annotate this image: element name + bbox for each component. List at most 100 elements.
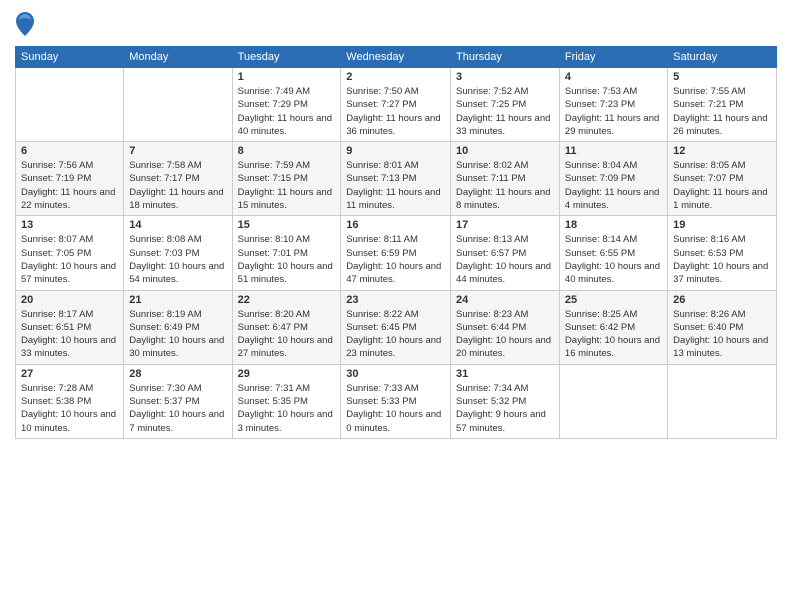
- day-number: 31: [456, 368, 554, 380]
- day-number: 13: [21, 219, 118, 231]
- day-cell: 25 Sunrise: 8:25 AM Sunset: 6:42 PM Dayli…: [559, 290, 667, 364]
- week-row-5: 27 Sunrise: 7:28 AM Sunset: 5:38 PM Dayli…: [16, 364, 777, 438]
- day-cell: 10 Sunrise: 8:02 AM Sunset: 7:11 PM Dayli…: [451, 142, 560, 216]
- day-cell: 5Sunrise: 7:55 AM Sunset: 7:21 PM Daylig…: [668, 68, 777, 142]
- calendar-table: SundayMondayTuesdayWednesdayThursdayFrid…: [15, 46, 777, 439]
- calendar-header-row: SundayMondayTuesdayWednesdayThursdayFrid…: [16, 47, 777, 68]
- day-info: Sunrise: 8:04 AM Sunset: 7:09 PM Dayligh…: [565, 159, 662, 212]
- col-header-wednesday: Wednesday: [341, 47, 451, 68]
- logo: [15, 10, 39, 38]
- day-number: 1: [238, 71, 336, 83]
- header: [15, 10, 777, 38]
- day-info: Sunrise: 8:25 AM Sunset: 6:42 PM Dayligh…: [565, 308, 662, 361]
- day-cell: [668, 364, 777, 438]
- day-cell: 2Sunrise: 7:50 AM Sunset: 7:27 PM Daylig…: [341, 68, 451, 142]
- day-cell: 21Sunrise: 8:19 AM Sunset: 6:49 PM Dayli…: [124, 290, 232, 364]
- day-cell: 20 Sunrise: 8:17 AM Sunset: 6:51 PM Dayli…: [16, 290, 124, 364]
- day-cell: 23 Sunrise: 8:22 AM Sunset: 6:45 PM Dayli…: [341, 290, 451, 364]
- day-cell: [559, 364, 667, 438]
- day-info: Sunrise: 7:56 AM Sunset: 7:19 PM Dayligh…: [21, 159, 118, 212]
- day-info: Sunrise: 7:33 AM Sunset: 5:33 PM Dayligh…: [346, 382, 445, 435]
- day-number: 24: [456, 294, 554, 306]
- day-cell: 19 Sunrise: 8:16 AM Sunset: 6:53 PM Dayli…: [668, 216, 777, 290]
- day-cell: 24 Sunrise: 8:23 AM Sunset: 6:44 PM Dayli…: [451, 290, 560, 364]
- day-cell: 29 Sunrise: 7:31 AM Sunset: 5:35 PM Dayli…: [232, 364, 341, 438]
- day-cell: [124, 68, 232, 142]
- day-cell: 4 Sunrise: 7:53 AM Sunset: 7:23 PM Daylig…: [559, 68, 667, 142]
- day-cell: 17 Sunrise: 8:13 AM Sunset: 6:57 PM Dayli…: [451, 216, 560, 290]
- day-info: Sunrise: 8:07 AM Sunset: 7:05 PM Dayligh…: [21, 233, 118, 286]
- day-cell: 16 Sunrise: 8:11 AM Sunset: 6:59 PM Dayli…: [341, 216, 451, 290]
- day-info: Sunrise: 7:31 AM Sunset: 5:35 PM Dayligh…: [238, 382, 336, 435]
- day-info: Sunrise: 8:26 AM Sunset: 6:40 PM Dayligh…: [673, 308, 771, 361]
- day-info: Sunrise: 8:13 AM Sunset: 6:57 PM Dayligh…: [456, 233, 554, 286]
- day-number: 7: [129, 145, 226, 157]
- day-info: Sunrise: 7:53 AM Sunset: 7:23 PM Dayligh…: [565, 85, 662, 138]
- day-number: 10: [456, 145, 554, 157]
- day-info: Sunrise: 8:17 AM Sunset: 6:51 PM Dayligh…: [21, 308, 118, 361]
- day-number: 17: [456, 219, 554, 231]
- day-info: Sunrise: 7:49 AM Sunset: 7:29 PM Dayligh…: [238, 85, 336, 138]
- day-number: 30: [346, 368, 445, 380]
- day-number: 4: [565, 71, 662, 83]
- day-info: Sunrise: 7:34 AM Sunset: 5:32 PM Dayligh…: [456, 382, 554, 435]
- day-cell: 7 Sunrise: 7:58 AM Sunset: 7:17 PM Daylig…: [124, 142, 232, 216]
- day-info: Sunrise: 8:16 AM Sunset: 6:53 PM Dayligh…: [673, 233, 771, 286]
- day-number: 21: [129, 294, 226, 306]
- day-number: 5: [673, 71, 771, 83]
- col-header-friday: Friday: [559, 47, 667, 68]
- day-cell: 30 Sunrise: 7:33 AM Sunset: 5:33 PM Dayli…: [341, 364, 451, 438]
- day-cell: 1 Sunrise: 7:49 AM Sunset: 7:29 PM Daylig…: [232, 68, 341, 142]
- day-info: Sunrise: 8:22 AM Sunset: 6:45 PM Dayligh…: [346, 308, 445, 361]
- col-header-thursday: Thursday: [451, 47, 560, 68]
- day-cell: 11 Sunrise: 8:04 AM Sunset: 7:09 PM Dayli…: [559, 142, 667, 216]
- day-cell: 6Sunrise: 7:56 AM Sunset: 7:19 PM Daylig…: [16, 142, 124, 216]
- col-header-sunday: Sunday: [16, 47, 124, 68]
- day-number: 23: [346, 294, 445, 306]
- day-number: 9: [346, 145, 445, 157]
- day-info: Sunrise: 8:02 AM Sunset: 7:11 PM Dayligh…: [456, 159, 554, 212]
- day-number: 28: [129, 368, 226, 380]
- page: SundayMondayTuesdayWednesdayThursdayFrid…: [0, 0, 792, 612]
- day-info: Sunrise: 7:28 AM Sunset: 5:38 PM Dayligh…: [21, 382, 118, 435]
- col-header-saturday: Saturday: [668, 47, 777, 68]
- day-number: 15: [238, 219, 336, 231]
- day-cell: 9Sunrise: 8:01 AM Sunset: 7:13 PM Daylig…: [341, 142, 451, 216]
- day-cell: 15 Sunrise: 8:10 AM Sunset: 7:01 PM Dayli…: [232, 216, 341, 290]
- day-info: Sunrise: 7:52 AM Sunset: 7:25 PM Dayligh…: [456, 85, 554, 138]
- day-cell: 12 Sunrise: 8:05 AM Sunset: 7:07 PM Dayli…: [668, 142, 777, 216]
- col-header-tuesday: Tuesday: [232, 47, 341, 68]
- day-cell: 31 Sunrise: 7:34 AM Sunset: 5:32 PM Dayli…: [451, 364, 560, 438]
- day-cell: 27 Sunrise: 7:28 AM Sunset: 5:38 PM Dayli…: [16, 364, 124, 438]
- col-header-monday: Monday: [124, 47, 232, 68]
- day-cell: 14 Sunrise: 8:08 AM Sunset: 7:03 PM Dayli…: [124, 216, 232, 290]
- day-info: Sunrise: 8:05 AM Sunset: 7:07 PM Dayligh…: [673, 159, 771, 212]
- week-row-3: 13 Sunrise: 8:07 AM Sunset: 7:05 PM Dayli…: [16, 216, 777, 290]
- day-number: 29: [238, 368, 336, 380]
- day-number: 19: [673, 219, 771, 231]
- day-info: Sunrise: 7:58 AM Sunset: 7:17 PM Dayligh…: [129, 159, 226, 212]
- day-info: Sunrise: 8:23 AM Sunset: 6:44 PM Dayligh…: [456, 308, 554, 361]
- day-number: 26: [673, 294, 771, 306]
- day-cell: [16, 68, 124, 142]
- day-number: 25: [565, 294, 662, 306]
- day-number: 2: [346, 71, 445, 83]
- day-cell: 18 Sunrise: 8:14 AM Sunset: 6:55 PM Dayli…: [559, 216, 667, 290]
- day-number: 27: [21, 368, 118, 380]
- day-cell: 3Sunrise: 7:52 AM Sunset: 7:25 PM Daylig…: [451, 68, 560, 142]
- day-number: 16: [346, 219, 445, 231]
- day-number: 11: [565, 145, 662, 157]
- day-cell: 8Sunrise: 7:59 AM Sunset: 7:15 PM Daylig…: [232, 142, 341, 216]
- day-number: 20: [21, 294, 118, 306]
- day-number: 14: [129, 219, 226, 231]
- day-number: 18: [565, 219, 662, 231]
- day-info: Sunrise: 8:11 AM Sunset: 6:59 PM Dayligh…: [346, 233, 445, 286]
- day-number: 12: [673, 145, 771, 157]
- day-number: 22: [238, 294, 336, 306]
- day-info: Sunrise: 8:10 AM Sunset: 7:01 PM Dayligh…: [238, 233, 336, 286]
- day-cell: 26 Sunrise: 8:26 AM Sunset: 6:40 PM Dayli…: [668, 290, 777, 364]
- day-info: Sunrise: 8:14 AM Sunset: 6:55 PM Dayligh…: [565, 233, 662, 286]
- day-cell: 22Sunrise: 8:20 AM Sunset: 6:47 PM Dayli…: [232, 290, 341, 364]
- day-info: Sunrise: 8:08 AM Sunset: 7:03 PM Dayligh…: [129, 233, 226, 286]
- week-row-2: 6Sunrise: 7:56 AM Sunset: 7:19 PM Daylig…: [16, 142, 777, 216]
